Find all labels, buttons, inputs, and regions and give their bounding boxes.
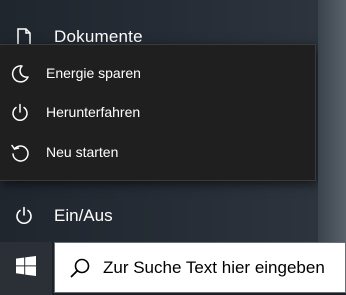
start-menu: Dokumente Ein/Aus Energie sparen Herunte… bbox=[0, 0, 318, 242]
shutdown-label: Herunterfahren bbox=[46, 104, 141, 120]
restart-label: Neu starten bbox=[46, 144, 119, 160]
restart-option[interactable]: Neu starten bbox=[0, 133, 315, 171]
power-icon bbox=[9, 102, 31, 124]
start-button[interactable] bbox=[0, 242, 52, 295]
sleep-option[interactable]: Energie sparen bbox=[0, 54, 315, 92]
power-icon bbox=[13, 205, 35, 227]
search-icon bbox=[69, 257, 91, 279]
taskbar: Zur Suche Text hier eingeben bbox=[0, 242, 346, 295]
sleep-label: Energie sparen bbox=[46, 65, 141, 81]
shutdown-option[interactable]: Herunterfahren bbox=[0, 93, 315, 131]
search-placeholder: Zur Suche Text hier eingeben bbox=[103, 258, 325, 277]
restart-icon bbox=[9, 142, 31, 164]
taskbar-search-box[interactable]: Zur Suche Text hier eingeben bbox=[54, 242, 346, 293]
desktop-screen: Dokumente Ein/Aus Energie sparen Herunte… bbox=[0, 0, 346, 295]
desktop-background bbox=[318, 0, 346, 242]
power-options-flyout: Energie sparen Herunterfahren Neu starte… bbox=[0, 44, 316, 181]
start-menu-power-button[interactable]: Ein/Aus bbox=[0, 200, 318, 232]
moon-icon bbox=[9, 63, 31, 85]
power-label: Ein/Aus bbox=[54, 206, 113, 225]
windows-logo-icon bbox=[16, 256, 36, 281]
